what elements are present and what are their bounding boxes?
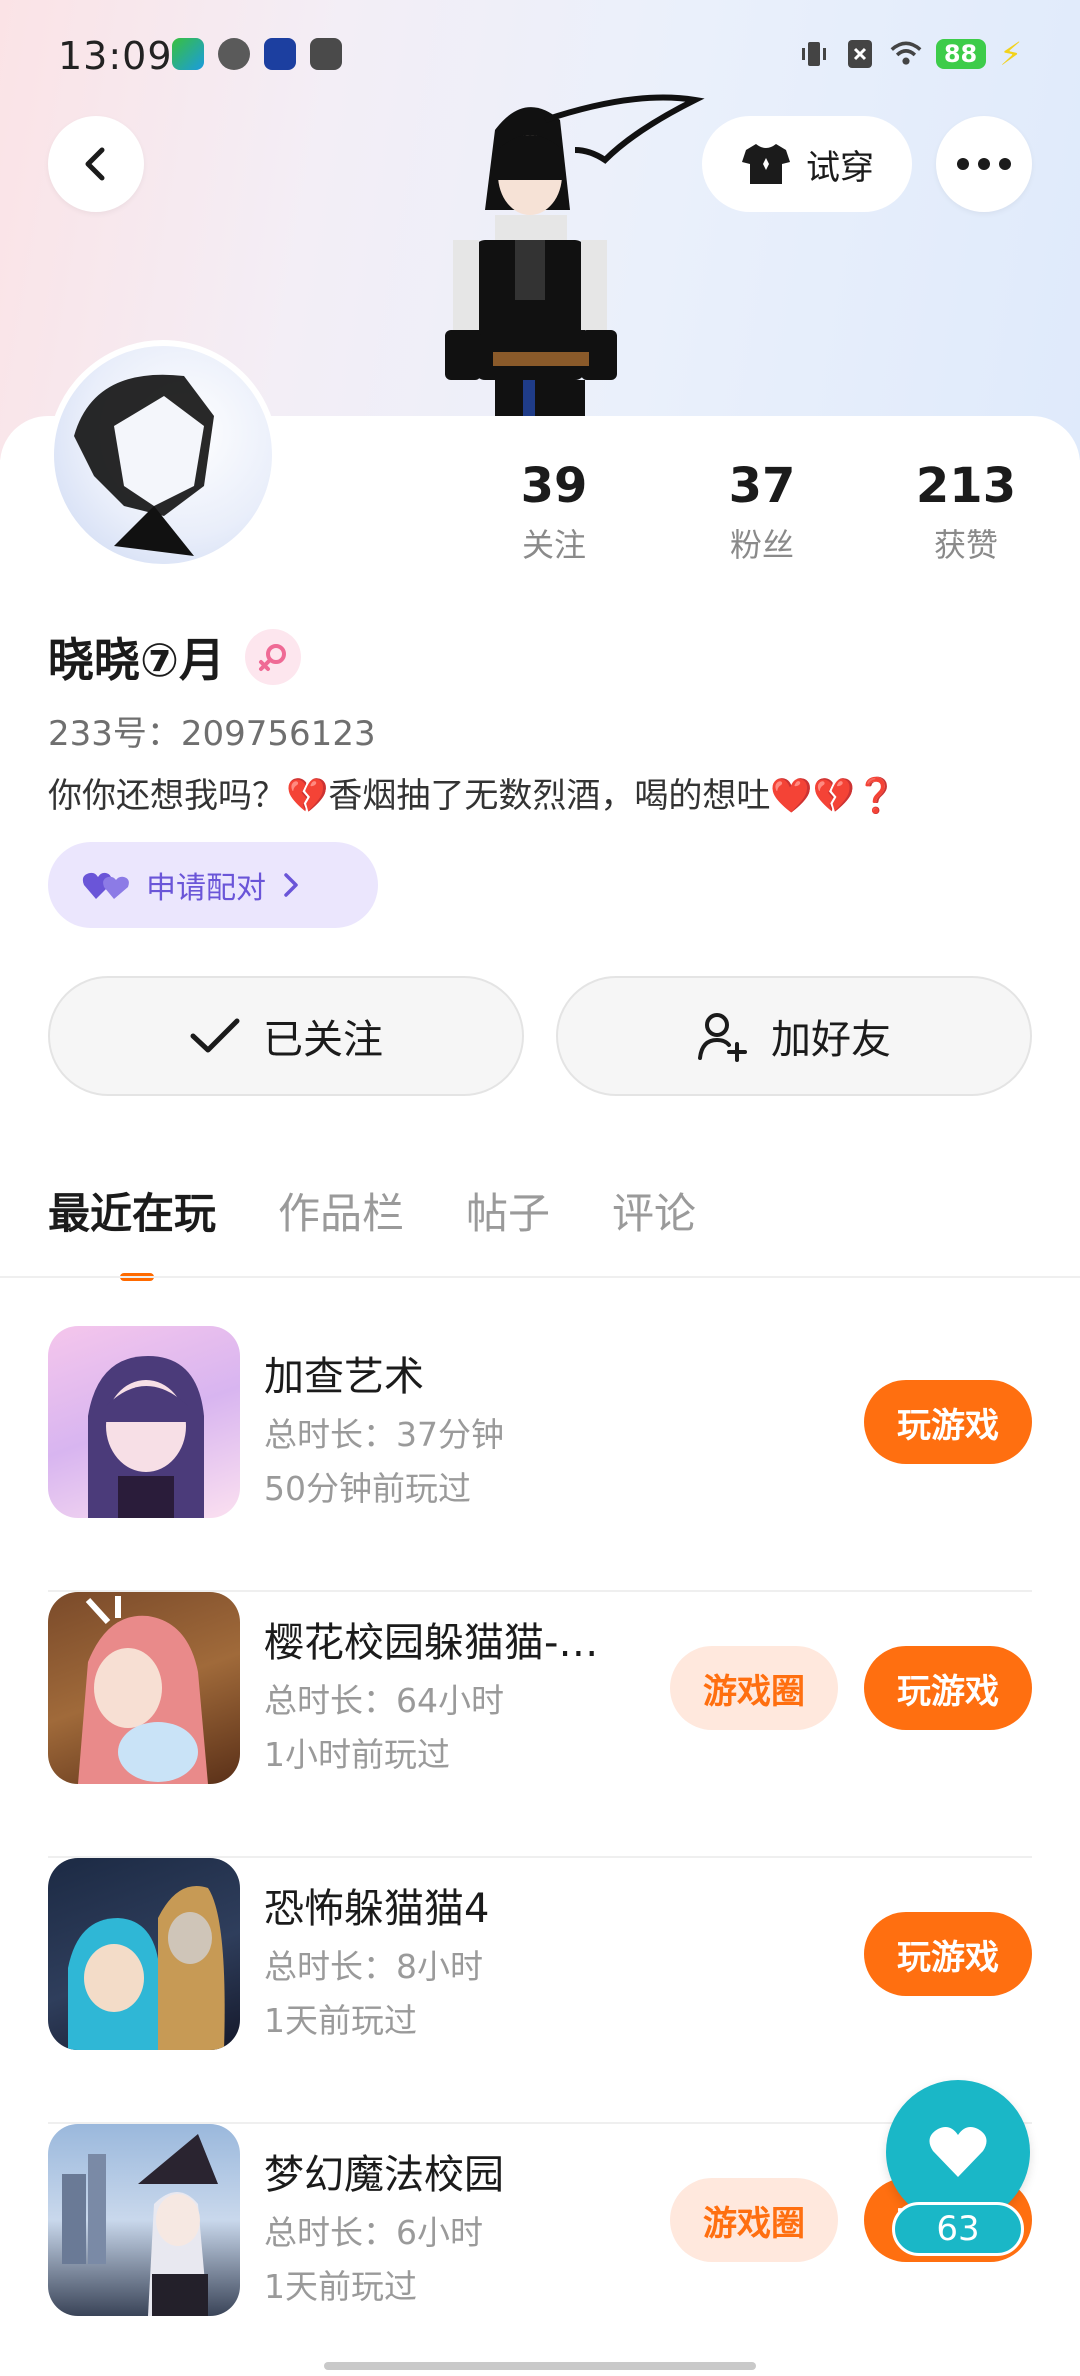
tabs-divider	[0, 1276, 1080, 1278]
game-row[interactable]: 梦幻魔法校园 总时长：6小时 1天前玩过 游戏圈 玩游戏	[48, 2124, 1032, 2376]
game-thumbnail[interactable]	[48, 1326, 240, 1518]
game-row[interactable]: 樱花校园躲猫猫-… 总时长：64小时 1小时前玩过 游戏圈 玩游戏	[48, 1592, 1032, 1858]
add-friend-label: 加好友	[771, 1017, 891, 1063]
apply-pair-button[interactable]: 申请配对	[48, 842, 378, 928]
try-on-label: 试穿	[806, 147, 874, 188]
game-total-time: 总时长：64小时	[264, 1681, 504, 1720]
add-friend-button[interactable]: 加好友	[556, 976, 1032, 1096]
like-count-badge: 63	[892, 2202, 1024, 2256]
checkmark-icon	[190, 1018, 240, 1053]
game-total-time: 总时长：6小时	[264, 2213, 483, 2252]
wifi-icon	[890, 38, 922, 70]
chevron-right-icon	[284, 873, 298, 897]
likes-count: 213	[915, 458, 1017, 514]
tab-recently-played[interactable]: 最近在玩	[48, 1180, 216, 1281]
tab-comments[interactable]: 评论	[612, 1180, 696, 1241]
game-last-played: 50分钟前玩过	[264, 1469, 471, 1508]
game-row[interactable]: 加查艺术 总时长：37分钟 50分钟前玩过 玩游戏	[48, 1326, 1032, 1592]
charging-icon: ⚡	[999, 35, 1022, 73]
game-total-time: 总时长：37分钟	[264, 1415, 504, 1454]
heart-icon	[929, 2127, 987, 2177]
add-user-icon	[698, 1013, 747, 1062]
play-game-button[interactable]: 玩游戏	[864, 1912, 1032, 1996]
game-title: 樱花校园躲猫猫-…	[264, 1620, 599, 1666]
game-total-time: 总时长：8小时	[264, 1947, 483, 1986]
game-thumbnail[interactable]	[48, 1858, 240, 2050]
game-title: 加查艺术	[264, 1354, 424, 1400]
status-time: 13:09	[58, 34, 173, 78]
game-title: 梦幻魔法校园	[264, 2152, 504, 2198]
game-row[interactable]: 恐怖躲猫猫4 总时长：8小时 1天前玩过 玩游戏	[48, 1858, 1032, 2124]
app-notification-icon	[172, 38, 204, 70]
followers-label: 粉丝	[729, 526, 794, 564]
followed-label: 已关注	[263, 1017, 383, 1063]
sim-blocked-icon	[844, 38, 876, 70]
profile-tabs: 最近在玩 作品栏 帖子 评论	[48, 1180, 696, 1281]
followers-stat[interactable]: 37 粉丝	[682, 458, 842, 566]
following-count: 39	[520, 458, 588, 514]
name-row: 晓晓⑦月	[48, 624, 301, 690]
apply-pair-label: 申请配对	[146, 871, 266, 906]
user-id: 233号：209756123	[48, 714, 376, 754]
avatar[interactable]	[48, 340, 278, 570]
followed-button[interactable]: 已关注	[48, 976, 524, 1096]
play-game-button[interactable]: 玩游戏	[864, 1646, 1032, 1730]
avatar-image	[74, 374, 214, 556]
game-circle-button[interactable]: 游戏圈	[670, 1646, 838, 1730]
followers-count: 37	[728, 458, 796, 514]
chevron-left-icon	[85, 147, 105, 181]
status-app-icons	[172, 38, 342, 70]
tab-posts[interactable]: 帖子	[466, 1180, 550, 1241]
game-title: 恐怖躲猫猫4	[264, 1886, 490, 1932]
game-last-played: 1小时前玩过	[264, 1735, 450, 1774]
game-thumbnail[interactable]	[48, 2124, 240, 2316]
game-circle-button[interactable]: 游戏圈	[670, 2178, 838, 2262]
female-gender-icon	[244, 629, 301, 685]
back-button[interactable]	[48, 116, 144, 212]
app-notification-icon	[264, 38, 296, 70]
game-last-played: 1天前玩过	[264, 2267, 417, 2306]
user-bio: 你你还想我吗？💔香烟抽了无数烈酒，喝的想吐❤️💔❓	[48, 776, 898, 816]
following-stat[interactable]: 39 关注	[474, 458, 634, 566]
play-game-button[interactable]: 玩游戏	[864, 1380, 1032, 1464]
username: 晓晓⑦月	[48, 633, 225, 687]
double-heart-icon	[82, 872, 129, 899]
game-last-played: 1天前玩过	[264, 2001, 417, 2040]
app-notification-icon	[310, 38, 342, 70]
shirt-icon	[742, 144, 790, 184]
battery-icon: 88	[935, 39, 986, 69]
home-indicator[interactable]	[324, 2362, 756, 2370]
following-label: 关注	[521, 526, 586, 564]
more-options-button[interactable]	[936, 116, 1032, 212]
more-dots-icon	[957, 158, 1011, 170]
try-on-button[interactable]: 试穿	[702, 116, 912, 212]
likes-stat[interactable]: 213 获赞	[886, 458, 1046, 566]
tab-works[interactable]: 作品栏	[278, 1180, 404, 1241]
likes-label: 获赞	[933, 526, 998, 564]
status-system-icons: 88 ⚡	[798, 38, 1022, 70]
game-thumbnail[interactable]	[48, 1592, 240, 1784]
vibrate-icon	[798, 38, 830, 70]
app-notification-icon	[218, 38, 250, 70]
avatar-character-image	[445, 94, 705, 470]
